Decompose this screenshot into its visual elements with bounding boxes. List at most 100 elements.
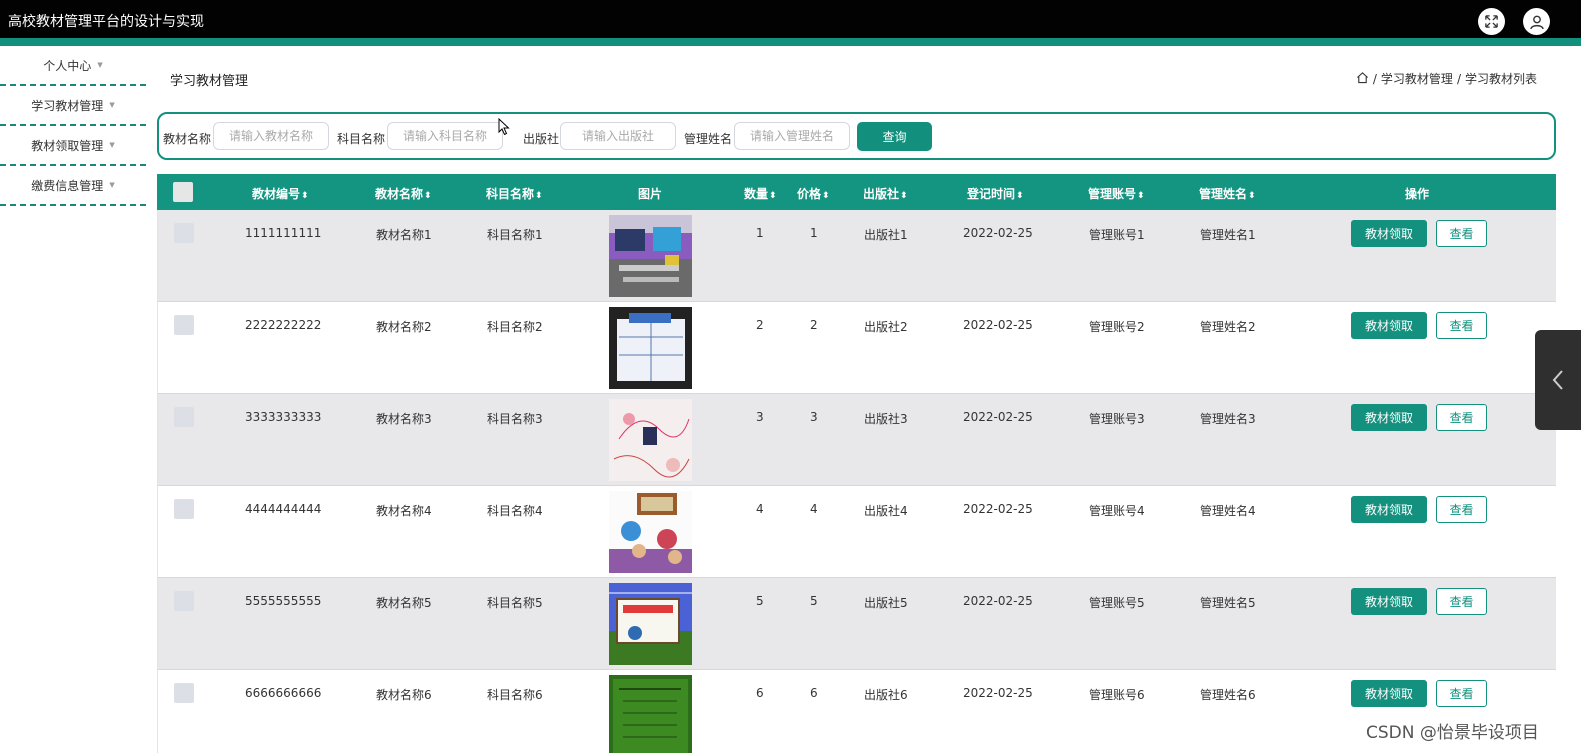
textbook-image <box>609 583 692 665</box>
row-checkbox[interactable] <box>174 499 194 519</box>
column-header-id[interactable]: 教材编号⬍ <box>252 185 309 202</box>
row-checkbox[interactable] <box>174 591 194 611</box>
cell-subject: 科目名称2 <box>487 320 543 334</box>
sidebar-item-claim-management[interactable]: 教材领取管理 ▼ <box>0 126 146 166</box>
cell-manager: 管理姓名2 <box>1200 320 1256 334</box>
cell-publisher: 出版社5 <box>864 596 908 610</box>
chevron-left-icon <box>1552 370 1563 390</box>
cell-manager: 管理姓名5 <box>1200 596 1256 610</box>
claim-textbook-button[interactable]: 教材领取 <box>1351 312 1427 339</box>
fullscreen-icon[interactable] <box>1478 8 1505 35</box>
breadcrumb-item: 学习教材列表 <box>1464 72 1537 86</box>
textbook-name-input[interactable] <box>213 122 329 150</box>
row-checkbox[interactable] <box>174 407 194 427</box>
cell-subject: 科目名称4 <box>487 504 543 518</box>
sort-icon: ⬍ <box>1016 191 1024 201</box>
home-icon[interactable] <box>1356 71 1369 87</box>
cell-name: 教材名称6 <box>376 688 432 702</box>
cell-account: 管理账号6 <box>1089 688 1145 702</box>
column-header-subject[interactable]: 科目名称⬍ <box>486 185 543 202</box>
claim-textbook-button[interactable]: 教材领取 <box>1351 588 1427 615</box>
cell-date: 2022-02-25 <box>963 594 1033 608</box>
select-all-checkbox[interactable] <box>173 182 193 202</box>
cell-price: 2 <box>810 318 818 332</box>
claim-textbook-button[interactable]: 教材领取 <box>1351 404 1427 431</box>
claim-textbook-button[interactable]: 教材领取 <box>1351 220 1427 247</box>
row-checkbox[interactable] <box>174 223 194 243</box>
search-bar: 教材名称 科目名称 出版社 管理姓名 查询 <box>157 112 1556 160</box>
table-row: 4444444444 教材名称4 科目名称4 4 4 出版社4 2022-02-25 管理账号… <box>157 486 1556 578</box>
sidebar-item-payment-management[interactable]: 缴费信息管理 ▼ <box>0 166 146 206</box>
cell-subject: 科目名称6 <box>487 688 543 702</box>
view-button[interactable]: 查看 <box>1436 312 1487 339</box>
manager-name-input[interactable] <box>734 122 850 150</box>
sidebar-item-personal-center[interactable]: 个人中心 ▼ <box>0 46 146 86</box>
column-header-image: 图片 <box>638 187 663 201</box>
publisher-input[interactable] <box>560 122 676 150</box>
column-header-publisher[interactable]: 出版社⬍ <box>863 185 908 202</box>
cell-quantity: 2 <box>756 318 764 332</box>
column-header-date[interactable]: 登记时间⬍ <box>967 185 1024 202</box>
sidebar: 个人中心 ▼ 学习教材管理 ▼ 教材领取管理 ▼ 缴费信息管理 ▼ <box>0 46 146 206</box>
search-label-subject-name: 科目名称 <box>337 132 386 146</box>
cell-date: 2022-02-25 <box>963 226 1033 240</box>
watermark: CSDN @怡景毕设项目 <box>1366 723 1539 743</box>
table-body: 1111111111 教材名称1 科目名称1 1 1 出版社1 2022-02-25 管理账号… <box>157 210 1556 753</box>
row-checkbox[interactable] <box>174 315 194 335</box>
cell-publisher: 出版社6 <box>864 688 908 702</box>
sidebar-item-textbook-management[interactable]: 学习教材管理 ▼ <box>0 86 146 126</box>
cell-name: 教材名称3 <box>376 412 432 426</box>
textbook-image <box>609 307 692 389</box>
cell-account: 管理账号1 <box>1089 228 1145 242</box>
cell-price: 3 <box>810 410 818 424</box>
search-label-textbook-name: 教材名称 <box>163 132 212 146</box>
cell-subject: 科目名称5 <box>487 596 543 610</box>
row-checkbox[interactable] <box>174 683 194 703</box>
search-label-manager-name: 管理姓名 <box>684 132 733 146</box>
subject-name-input[interactable] <box>387 122 503 150</box>
cell-subject: 科目名称3 <box>487 412 543 426</box>
cell-id: 5555555555 <box>245 594 322 608</box>
sidebar-item-label: 缴费信息管理 <box>31 178 104 193</box>
header-accent-strip <box>0 38 1581 46</box>
collapse-panel-tab[interactable] <box>1535 330 1581 430</box>
app-title: 高校教材管理平台的设计与实现 <box>8 14 204 30</box>
page-title: 学习教材管理 <box>170 74 249 89</box>
cell-manager: 管理姓名3 <box>1200 412 1256 426</box>
view-button[interactable]: 查看 <box>1436 588 1487 615</box>
sort-icon: ⬍ <box>1137 191 1145 201</box>
textbook-image <box>609 491 692 573</box>
cell-account: 管理账号3 <box>1089 412 1145 426</box>
column-header-manager[interactable]: 管理姓名⬍ <box>1199 185 1256 202</box>
table-row: 1111111111 教材名称1 科目名称1 1 1 出版社1 2022-02-25 管理账号… <box>157 210 1556 302</box>
cell-manager: 管理姓名4 <box>1200 504 1256 518</box>
sidebar-item-label: 学习教材管理 <box>31 98 104 113</box>
sort-icon: ⬍ <box>535 191 543 201</box>
cell-price: 1 <box>810 226 818 240</box>
column-header-price[interactable]: 价格⬍ <box>797 185 830 202</box>
sort-icon: ⬍ <box>301 191 309 201</box>
column-header-account[interactable]: 管理账号⬍ <box>1088 185 1145 202</box>
column-header-quantity[interactable]: 数量⬍ <box>744 185 777 202</box>
view-button[interactable]: 查看 <box>1436 680 1487 707</box>
view-button[interactable]: 查看 <box>1436 496 1487 523</box>
query-button[interactable]: 查询 <box>857 122 932 151</box>
user-icon[interactable] <box>1523 8 1550 35</box>
cell-account: 管理账号5 <box>1089 596 1145 610</box>
cell-publisher: 出版社4 <box>864 504 908 518</box>
column-header-name[interactable]: 教材名称⬍ <box>375 185 432 202</box>
cell-price: 4 <box>810 502 818 516</box>
textbook-image <box>609 675 692 753</box>
top-bar: 高校教材管理平台的设计与实现 <box>0 0 1581 38</box>
sidebar-item-label: 个人中心 <box>43 58 92 73</box>
search-label-publisher: 出版社 <box>523 132 560 146</box>
view-button[interactable]: 查看 <box>1436 220 1487 247</box>
cell-id: 6666666666 <box>245 686 322 700</box>
cell-name: 教材名称2 <box>376 320 432 334</box>
claim-textbook-button[interactable]: 教材领取 <box>1351 680 1427 707</box>
claim-textbook-button[interactable]: 教材领取 <box>1351 496 1427 523</box>
table-row: 6666666666 教材名称6 科目名称6 6 6 出版社6 2022-02-25 管理账号… <box>157 670 1556 753</box>
view-button[interactable]: 查看 <box>1436 404 1487 431</box>
breadcrumb-item[interactable]: 学习教材管理 <box>1381 70 1453 87</box>
cell-date: 2022-02-25 <box>963 410 1033 424</box>
